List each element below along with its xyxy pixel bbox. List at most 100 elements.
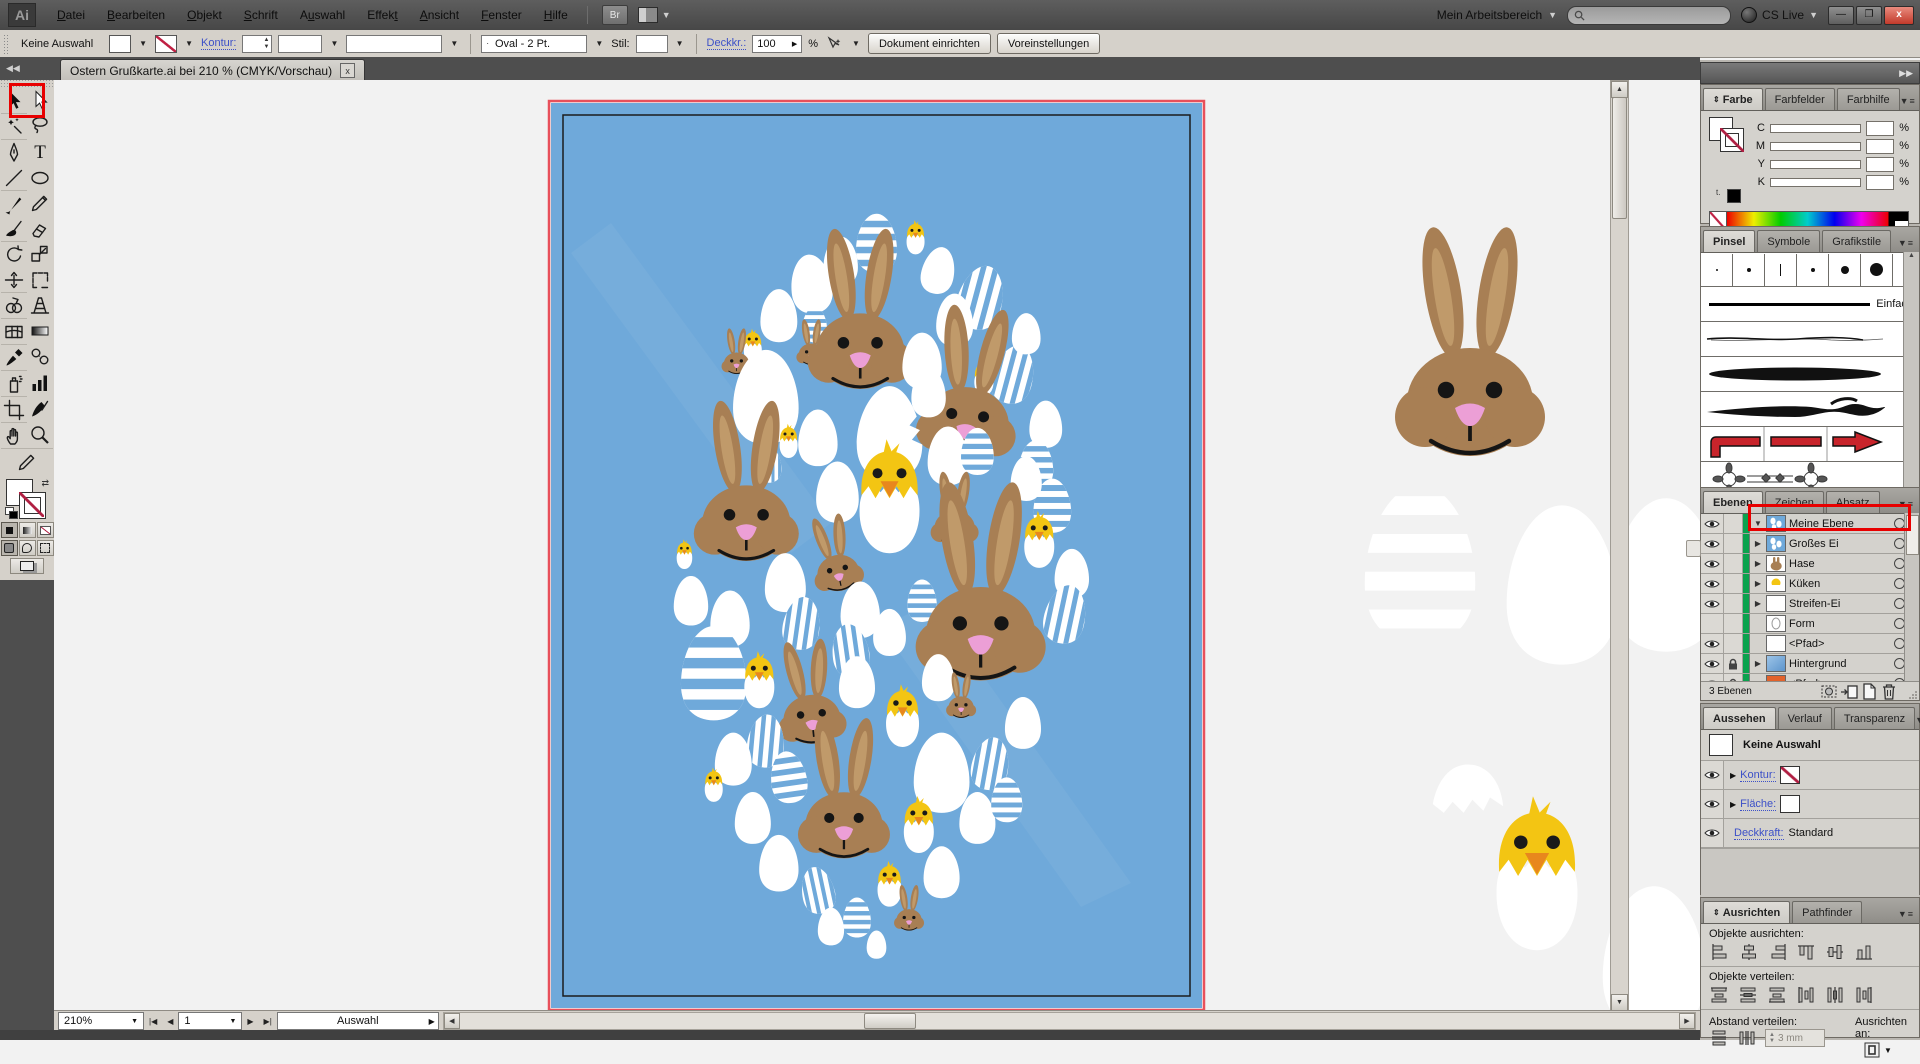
tool-zoom[interactable] — [27, 422, 53, 447]
channel-value-field[interactable] — [1866, 175, 1894, 190]
panel-fill-stroke-proxy[interactable] — [1709, 117, 1749, 157]
tool-symbol-sprayer[interactable] — [1, 370, 27, 396]
chevron-down-icon[interactable]: ▼ — [850, 39, 862, 48]
layer-main[interactable]: <Pfad> — [1750, 634, 1919, 653]
panel-menu-icon[interactable]: ▼≡ — [1898, 238, 1914, 248]
lock-toggle[interactable] — [1724, 514, 1743, 533]
cs-live-menu[interactable]: CS Live ▼ — [1741, 7, 1818, 23]
stroke-weight-field[interactable] — [278, 35, 322, 53]
visibility-toggle[interactable] — [1701, 819, 1724, 847]
channel-slider[interactable] — [1770, 178, 1861, 187]
flyout-arrow-icon[interactable]: ▶ — [429, 1017, 435, 1026]
restore-button[interactable]: ❐ — [1856, 6, 1882, 25]
align-horizontal-center-button[interactable] — [1738, 943, 1758, 961]
layer-main[interactable]: ▶Küken — [1750, 574, 1919, 593]
preferences-button[interactable]: Voreinstellungen — [997, 33, 1100, 54]
chevron-down-icon[interactable]: ▼ — [674, 39, 686, 48]
appearance-row-deckkraft[interactable]: Deckkraft:Standard — [1701, 819, 1919, 848]
tab-symbole[interactable]: Symbole — [1757, 230, 1820, 252]
distribute-horizontal-center-button[interactable] — [1825, 986, 1845, 1004]
lock-toggle[interactable] — [1724, 594, 1743, 613]
document-tab[interactable]: Ostern Grußkarte.ai bei 210 % (CMYK/Vors… — [60, 59, 365, 81]
menu-objekt[interactable]: Objekt — [176, 0, 233, 30]
menu-auswahl[interactable]: Auswahl — [289, 0, 356, 30]
layer-row-meine-ebene[interactable]: ▼Meine Ebene — [1701, 514, 1919, 534]
tool-gradient[interactable] — [27, 318, 53, 343]
brush-swatch[interactable] — [1733, 254, 1765, 286]
tool-line-segment[interactable] — [1, 165, 27, 190]
tool-column-graph[interactable] — [27, 370, 53, 395]
brush-einfach[interactable]: Einfach — [1701, 287, 1919, 322]
panel-menu-icon[interactable]: ▼≡ — [1900, 96, 1916, 106]
tool-slice[interactable] — [27, 396, 53, 421]
panel-menu-icon[interactable]: ▼≡ — [1898, 499, 1914, 509]
dock-grip[interactable] — [1686, 540, 1701, 557]
tool-lasso[interactable] — [27, 113, 53, 138]
layer-main[interactable]: ▶Großes Ei — [1750, 534, 1919, 553]
collapse-to-icons-icon[interactable]: ▶▶ — [1899, 68, 1913, 79]
last-artboard-icon[interactable]: ▶| — [259, 1017, 277, 1026]
spinner-arrow-icon[interactable]: ▶ — [792, 40, 797, 48]
tool-mesh[interactable] — [1, 318, 27, 344]
distribute-top-button[interactable] — [1709, 986, 1729, 1004]
attribute-label[interactable]: Kontur: — [1740, 769, 1775, 782]
bridge-button[interactable]: Br — [602, 5, 628, 25]
panel-menu-icon[interactable]: ▼≡ — [1898, 909, 1914, 919]
tab-farbhilfe[interactable]: Farbhilfe — [1837, 88, 1900, 110]
align-vertical-middle-button[interactable] — [1825, 943, 1845, 961]
align-to-selection-icon[interactable] — [1863, 1041, 1881, 1059]
distribute-horizontal-space-button[interactable] — [1737, 1029, 1757, 1047]
tab-farbfelder[interactable]: Farbfelder — [1765, 88, 1835, 110]
align-left-button[interactable] — [1709, 943, 1729, 961]
tool-free-transform[interactable] — [27, 267, 53, 292]
default-fill-stroke-icon[interactable] — [5, 507, 17, 518]
expand-toggle[interactable]: ▶ — [1753, 559, 1763, 568]
visibility-toggle[interactable] — [1701, 790, 1724, 818]
layer-main[interactable]: ▶Hase — [1750, 554, 1919, 573]
gradient-mode-button[interactable] — [19, 522, 36, 538]
align-bottom-button[interactable] — [1854, 943, 1874, 961]
channel-slider[interactable] — [1770, 124, 1861, 133]
color-mode-button[interactable] — [1, 522, 18, 538]
tool-hand[interactable] — [1, 422, 27, 448]
tool-blob-brush[interactable] — [1, 216, 27, 241]
tool-pencil[interactable] — [27, 190, 53, 215]
tool-blend[interactable] — [27, 344, 53, 369]
distribute-left-button[interactable] — [1796, 986, 1816, 1004]
tool-eyedropper[interactable] — [1, 344, 27, 370]
horizontal-scroll-thumb[interactable] — [864, 1013, 916, 1029]
resize-grip[interactable] — [1899, 681, 1919, 701]
channel-slider[interactable] — [1770, 160, 1861, 169]
arrange-documents-button[interactable]: ▼ — [638, 7, 671, 23]
draw-behind-button[interactable] — [19, 540, 36, 556]
tool-ellipse[interactable] — [27, 165, 53, 190]
new-sublayer-icon[interactable] — [1839, 681, 1859, 701]
first-artboard-icon[interactable]: |◀ — [144, 1017, 162, 1026]
channel-value-field[interactable] — [1866, 157, 1894, 172]
close-document-icon[interactable]: x — [340, 63, 355, 78]
lock-toggle[interactable] — [1724, 574, 1743, 593]
scroll-right-icon[interactable]: ▶ — [1679, 1013, 1695, 1029]
menu-fenster[interactable]: Fenster — [470, 0, 533, 30]
visibility-toggle[interactable] — [1701, 761, 1724, 789]
expand-toggle[interactable]: ▼ — [1753, 519, 1763, 528]
appearance-row-kontur[interactable]: ▶Kontur: — [1701, 761, 1919, 790]
tool-width[interactable] — [1, 267, 27, 292]
opacity-field[interactable]: 100 ▶ — [752, 35, 802, 53]
align-top-button[interactable] — [1796, 943, 1816, 961]
brush-arrow[interactable] — [1701, 427, 1919, 462]
brush-taper[interactable] — [1701, 357, 1919, 392]
layer-row-form[interactable]: Form — [1701, 614, 1919, 634]
tab-pinsel[interactable]: Pinsel — [1703, 230, 1755, 252]
visibility-toggle[interactable] — [1701, 654, 1724, 673]
layer-main[interactable]: ▶Streifen-Ei — [1750, 594, 1919, 613]
tool-selection[interactable] — [1, 88, 27, 113]
style-select[interactable] — [636, 35, 668, 53]
visibility-toggle[interactable] — [1701, 534, 1724, 553]
distribute-bottom-button[interactable] — [1767, 986, 1787, 1004]
visibility-toggle[interactable] — [1701, 574, 1724, 593]
distribute-vertical-center-button[interactable] — [1738, 986, 1758, 1004]
opacity-link[interactable]: Deckkr.: — [707, 37, 747, 50]
tab-ebenen[interactable]: Ebenen — [1703, 491, 1763, 513]
tab-farbe[interactable]: ⇕ Farbe — [1703, 88, 1763, 110]
